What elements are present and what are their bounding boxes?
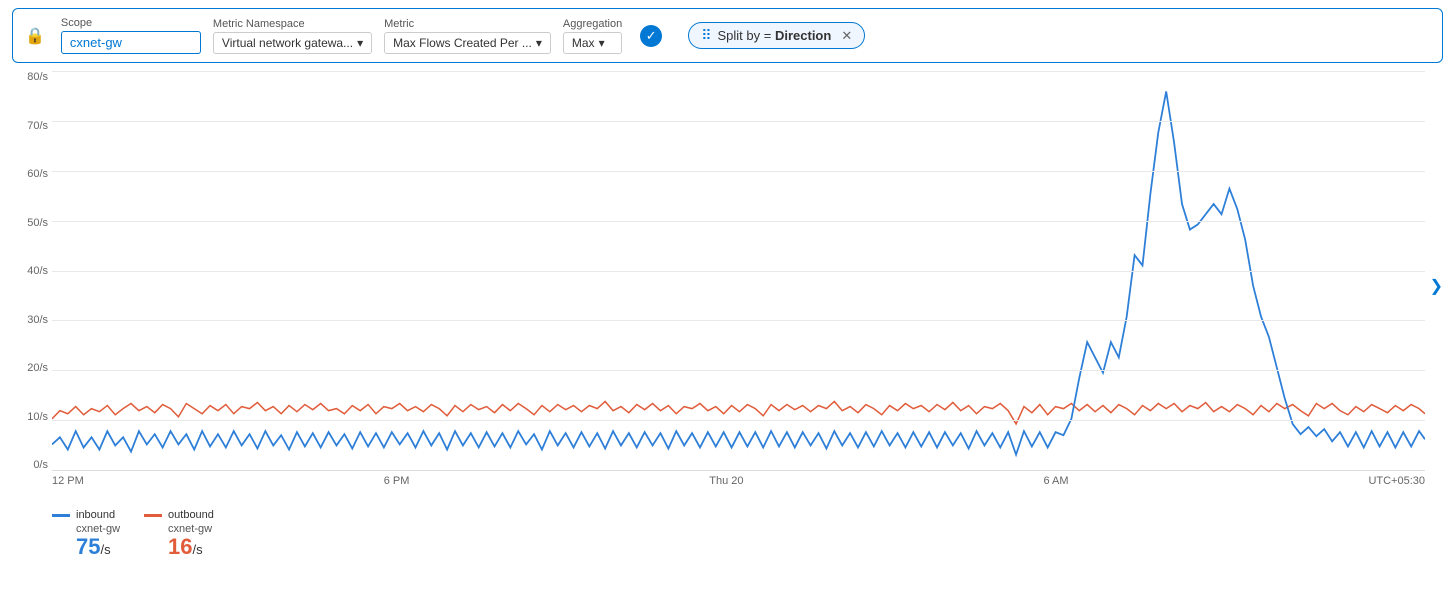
outbound-value-row: 16/s [144,535,214,559]
metric-value: Max Flows Created Per ... [393,36,532,50]
metric-group: Metric Max Flows Created Per ... ▾ [384,18,551,54]
grid-line-80 [52,71,1425,72]
grid-line-20 [52,370,1425,371]
legend-outbound-top: outbound [144,509,214,521]
metric-ns-label: Metric Namespace [213,18,372,30]
split-by-badge: ⠿ Split by = Direction ✕ [688,22,865,49]
legend-inbound: inbound cxnet-gw 75/s [52,509,120,559]
y-label-20: 20/s [12,362,52,374]
split-by-close-button[interactable]: ✕ [841,28,852,44]
outbound-label: outbound [168,509,214,521]
y-label-10: 10/s [12,411,52,423]
x-label-6am: 6 AM [1043,475,1068,487]
grid-line-60 [52,171,1425,172]
outbound-value: 16/s [168,534,203,559]
grid-line-50 [52,221,1425,222]
x-axis: 12 PM 6 PM Thu 20 6 AM UTC+05:30 [52,471,1425,501]
scope-input[interactable] [61,31,201,54]
grid-line-40 [52,271,1425,272]
y-label-60: 60/s [12,168,52,180]
aggregation-value: Max [572,36,595,50]
chart-canvas [52,71,1425,471]
y-label-80: 80/s [12,71,52,83]
aggregation-label: Aggregation [563,18,622,30]
legend-inbound-top: inbound [52,509,120,521]
y-label-50: 50/s [12,217,52,229]
split-icon: ⠿ [701,27,711,44]
chart-expand-button[interactable]: ❯ [1430,276,1443,296]
scope-label: Scope [61,17,201,29]
grid-line-10 [52,420,1425,421]
y-label-70: 70/s [12,120,52,132]
y-label-0: 0/s [12,459,52,471]
outbound-legend-line [144,514,162,517]
scope-group: Scope [61,17,201,54]
legend-outbound: outbound cxnet-gw 16/s [144,509,214,559]
lock-icon: 🔒 [25,26,45,46]
aggregation-dropdown[interactable]: Max ▾ [563,32,622,54]
chart-legend: inbound cxnet-gw 75/s outbound cxnet-gw … [0,501,1455,567]
filter-bar: 🔒 Scope Metric Namespace Virtual network… [12,8,1443,63]
x-label-thu20: Thu 20 [709,475,743,487]
x-label-utc: UTC+05:30 [1368,475,1425,487]
metric-ns-chevron-icon: ▾ [357,36,363,50]
y-axis: 80/s 70/s 60/s 50/s 40/s 30/s 20/s 10/s … [12,71,52,471]
inbound-label: inbound [76,509,115,521]
inbound-legend-line [52,514,70,517]
check-icon: ✓ [646,28,657,44]
inbound-line [52,91,1425,454]
x-label-6pm: 6 PM [384,475,410,487]
grid-line-30 [52,320,1425,321]
aggregation-group: Aggregation Max ▾ [563,18,622,54]
metric-ns-value: Virtual network gatewa... [222,36,353,50]
inbound-value: 75/s [76,534,111,559]
inbound-value-row: 75/s [52,535,120,559]
grid-line-70 [52,121,1425,122]
metric-label: Metric [384,18,551,30]
x-label-12pm: 12 PM [52,475,84,487]
split-by-text: Split by = Direction [717,28,831,43]
aggregation-chevron-icon: ▾ [599,36,605,50]
metric-ns-group: Metric Namespace Virtual network gatewa.… [213,18,372,54]
chart-area: 80/s 70/s 60/s 50/s 40/s 30/s 20/s 10/s … [12,71,1443,501]
metric-ns-dropdown[interactable]: Virtual network gatewa... ▾ [213,32,372,54]
metric-dropdown[interactable]: Max Flows Created Per ... ▾ [384,32,551,54]
confirm-button[interactable]: ✓ [640,25,662,47]
metric-chevron-icon: ▾ [536,36,542,50]
y-label-30: 30/s [12,314,52,326]
y-label-40: 40/s [12,265,52,277]
